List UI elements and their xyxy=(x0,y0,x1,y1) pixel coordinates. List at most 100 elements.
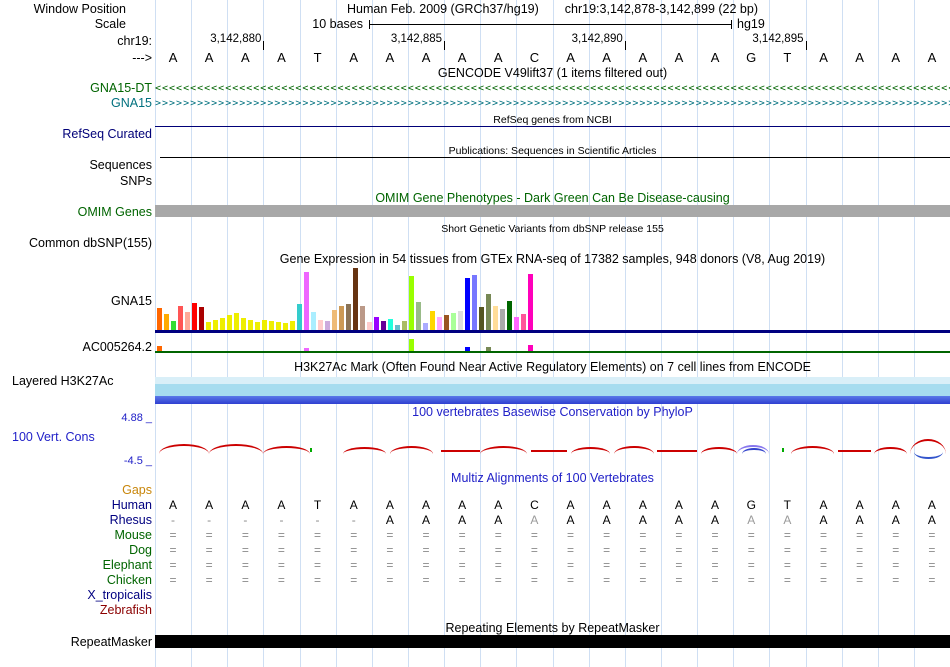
align-cell: = xyxy=(747,573,755,587)
align-cell: = xyxy=(350,558,358,572)
align-cell: = xyxy=(386,573,394,587)
align-cell: = xyxy=(639,543,647,557)
align-cell: A xyxy=(349,498,358,512)
align-cell: = xyxy=(350,543,358,557)
align-cell: = xyxy=(747,558,755,572)
align-cell: = xyxy=(783,573,791,587)
phylop-arc xyxy=(570,447,611,454)
align-cell: = xyxy=(856,528,864,542)
align-cell: = xyxy=(314,528,322,542)
align-cell: = xyxy=(675,543,683,557)
align-cell: = xyxy=(928,543,936,557)
align-cell: = xyxy=(458,528,466,542)
align-cell: = xyxy=(169,543,177,557)
align-cell: A xyxy=(169,498,178,512)
align-cell: = xyxy=(530,558,538,572)
align-cell: = xyxy=(711,573,719,587)
align-cell: = xyxy=(458,558,466,572)
align-cell: C xyxy=(530,498,539,512)
align-cell: = xyxy=(530,528,538,542)
align-cell: = xyxy=(928,558,936,572)
phylop-arc xyxy=(700,447,737,454)
align-cell: A xyxy=(638,498,647,512)
align-cell: = xyxy=(567,528,575,542)
align-cell: A xyxy=(277,498,286,512)
phylop-line xyxy=(657,450,697,452)
align-cell: = xyxy=(711,528,719,542)
align-cell: = xyxy=(458,573,466,587)
align-cell: = xyxy=(277,543,285,557)
align-cell: = xyxy=(494,528,502,542)
align-cell: = xyxy=(820,543,828,557)
align-cell: = xyxy=(783,528,791,542)
align-cell: A xyxy=(385,513,394,527)
phylop-arc xyxy=(342,447,387,454)
align-cell: = xyxy=(603,543,611,557)
align-row-dog: = = = = = = = = = = = = = = = = = = = = = = xyxy=(0,543,950,558)
phylop-down xyxy=(913,452,943,459)
align-cell: A xyxy=(494,513,503,527)
align-cell: = xyxy=(494,558,502,572)
align-cell: A xyxy=(927,513,936,527)
align-cell: = xyxy=(747,543,755,557)
align-cell: T xyxy=(783,498,792,512)
align-row-x-tropicalis xyxy=(0,588,950,603)
align-cell: = xyxy=(494,543,502,557)
align-cell: = xyxy=(422,573,430,587)
align-cell: A xyxy=(494,498,503,512)
align-cell: = xyxy=(314,573,322,587)
repeatmasker-bar[interactable] xyxy=(155,635,950,648)
align-cell: = xyxy=(783,543,791,557)
align-cell: = xyxy=(169,558,177,572)
phylop-line xyxy=(838,450,871,452)
align-cell: = xyxy=(205,543,213,557)
align-cell: A xyxy=(674,498,683,512)
align-cell: A xyxy=(711,498,720,512)
align-cell: - xyxy=(243,513,248,527)
align-cell: = xyxy=(314,558,322,572)
align-cell: = xyxy=(928,528,936,542)
phylop-bar xyxy=(782,448,784,452)
align-cell: A xyxy=(819,498,828,512)
phylop-arc xyxy=(791,446,835,454)
align-cell: G xyxy=(746,498,756,512)
align-cell: = xyxy=(820,528,828,542)
align-cell: = xyxy=(458,543,466,557)
align-cell: = xyxy=(386,528,394,542)
phylop-arc xyxy=(263,446,311,454)
align-cell: = xyxy=(747,528,755,542)
phylop-arc xyxy=(209,444,264,454)
align-cell: = xyxy=(639,528,647,542)
align-cell: = xyxy=(603,528,611,542)
align-row-mouse: = = = = = = = = = = = = = = = = = = = = = = xyxy=(0,528,950,543)
align-cell: A xyxy=(458,513,467,527)
phylop-arc xyxy=(874,447,907,454)
align-cell: = xyxy=(675,558,683,572)
align-cell: = xyxy=(422,528,430,542)
align-cell: = xyxy=(711,558,719,572)
align-cell: A xyxy=(674,513,683,527)
align-cell: = xyxy=(205,573,213,587)
align-cell: = xyxy=(928,573,936,587)
align-cell: = xyxy=(567,573,575,587)
align-cell: = xyxy=(241,573,249,587)
align-cell: = xyxy=(892,558,900,572)
align-cell: - xyxy=(171,513,176,527)
align-row-gaps xyxy=(0,483,950,498)
align-cell: = xyxy=(603,558,611,572)
align-row-human: AAAATAAAAACAAAAAGTAAAA xyxy=(0,498,950,513)
align-cell: A xyxy=(458,498,467,512)
align-cell: A xyxy=(602,498,611,512)
align-cell: A xyxy=(422,513,431,527)
align-cell: = xyxy=(892,573,900,587)
track-label-repeatmasker[interactable]: RepeatMasker xyxy=(0,635,152,649)
align-cell: = xyxy=(277,573,285,587)
genome-browser-view: Window Position Human Feb. 2009 (GRCh37/… xyxy=(0,0,950,667)
align-cell: A xyxy=(241,498,250,512)
align-cell: = xyxy=(205,558,213,572)
align-row-chicken: = = = = = = = = = = = = = = = = = = = = = = xyxy=(0,573,950,588)
align-cell: = xyxy=(711,543,719,557)
align-cell: = xyxy=(350,528,358,542)
align-cell: = xyxy=(277,528,285,542)
align-cell: A xyxy=(855,513,864,527)
